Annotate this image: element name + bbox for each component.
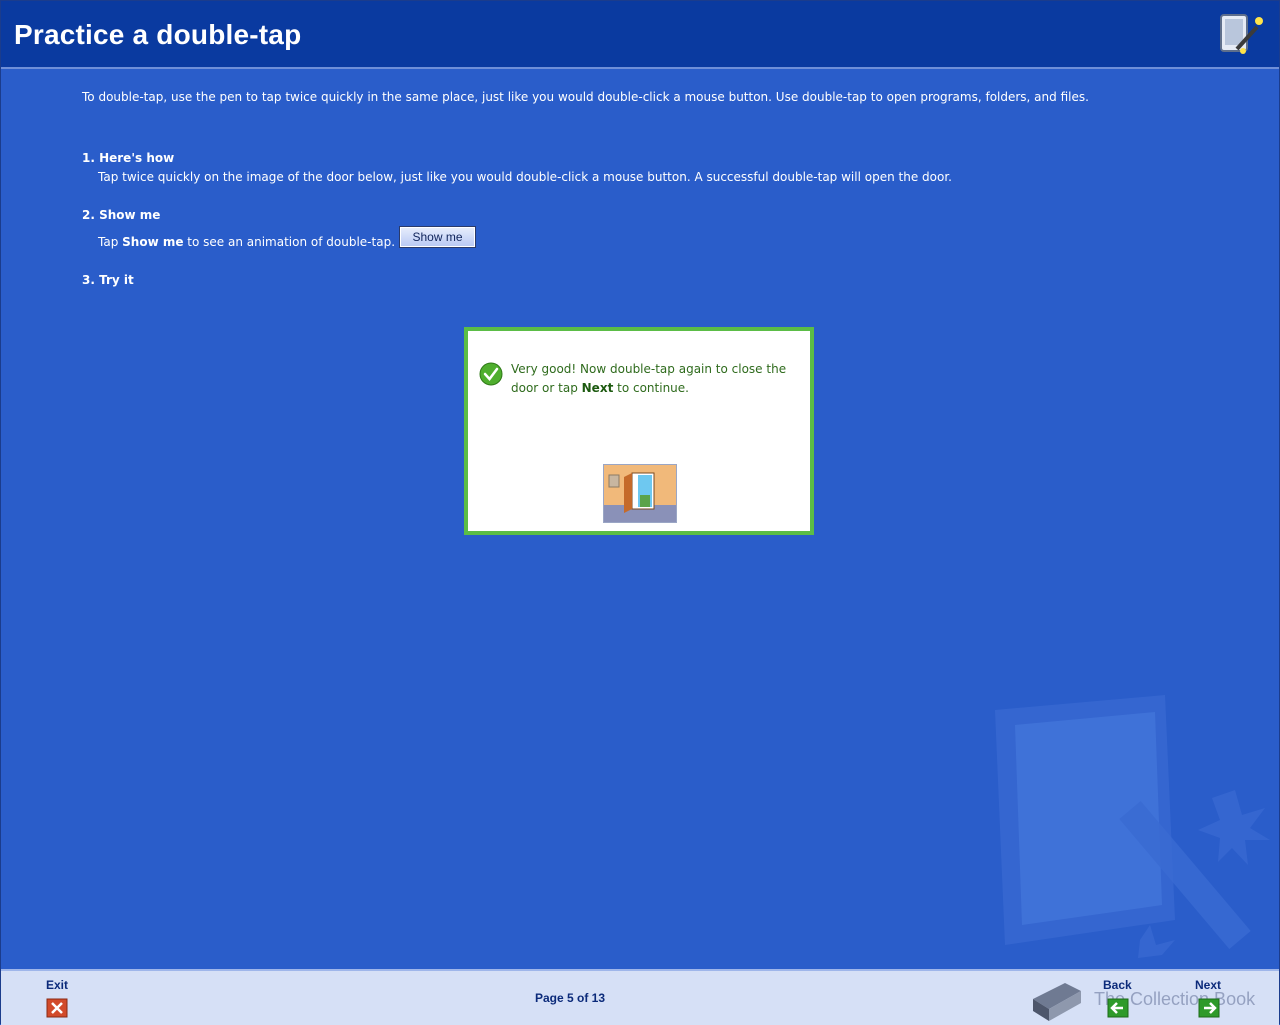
exit-icon[interactable] [46,998,68,1018]
step-heres-how-title: 1. Here's how [82,151,175,165]
step-show-me-title: 2. Show me [82,208,161,222]
page-title: Practice a double-tap [14,19,302,50]
exit-label[interactable]: Exit [46,978,68,992]
intro-text: To double-tap, use the pen to tap twice … [82,90,1089,104]
step-show-me-text: Tap Show me to see an animation of doubl… [98,235,395,249]
footer-bar: Exit Page 5 of 13 The Collection Book Ba… [1,969,1279,1025]
show-me-text-suffix: to see an animation of double-tap. [183,235,396,249]
show-me-text-prefix: Tap [98,235,123,249]
tablet-pen-icon [1220,14,1263,54]
step-heres-how-text: Tap twice quickly on the image of the do… [98,170,952,184]
feedback-next-link: Next [581,381,614,395]
practice-panel: Very good! Now double-tap again to close… [464,327,814,535]
show-me-button[interactable]: Show me [399,226,476,248]
checkmark-icon [479,362,503,386]
next-label[interactable]: Next [1195,978,1221,992]
back-label[interactable]: Back [1103,978,1132,992]
open-door-image[interactable] [603,464,677,523]
feedback-message: Very good! Now double-tap again to close… [511,360,791,398]
book-icon [1033,983,1081,1021]
book-watermark-icon [995,695,1270,958]
back-arrow-icon[interactable] [1107,998,1129,1018]
feedback-suffix: to continue. [613,381,689,395]
step-try-it-title: 3. Try it [82,273,134,287]
header-bar: Practice a double-tap [1,1,1279,69]
page-indicator: Page 5 of 13 [535,991,606,1005]
show-me-text-bold: Show me [122,235,184,249]
next-arrow-icon[interactable] [1198,998,1220,1018]
